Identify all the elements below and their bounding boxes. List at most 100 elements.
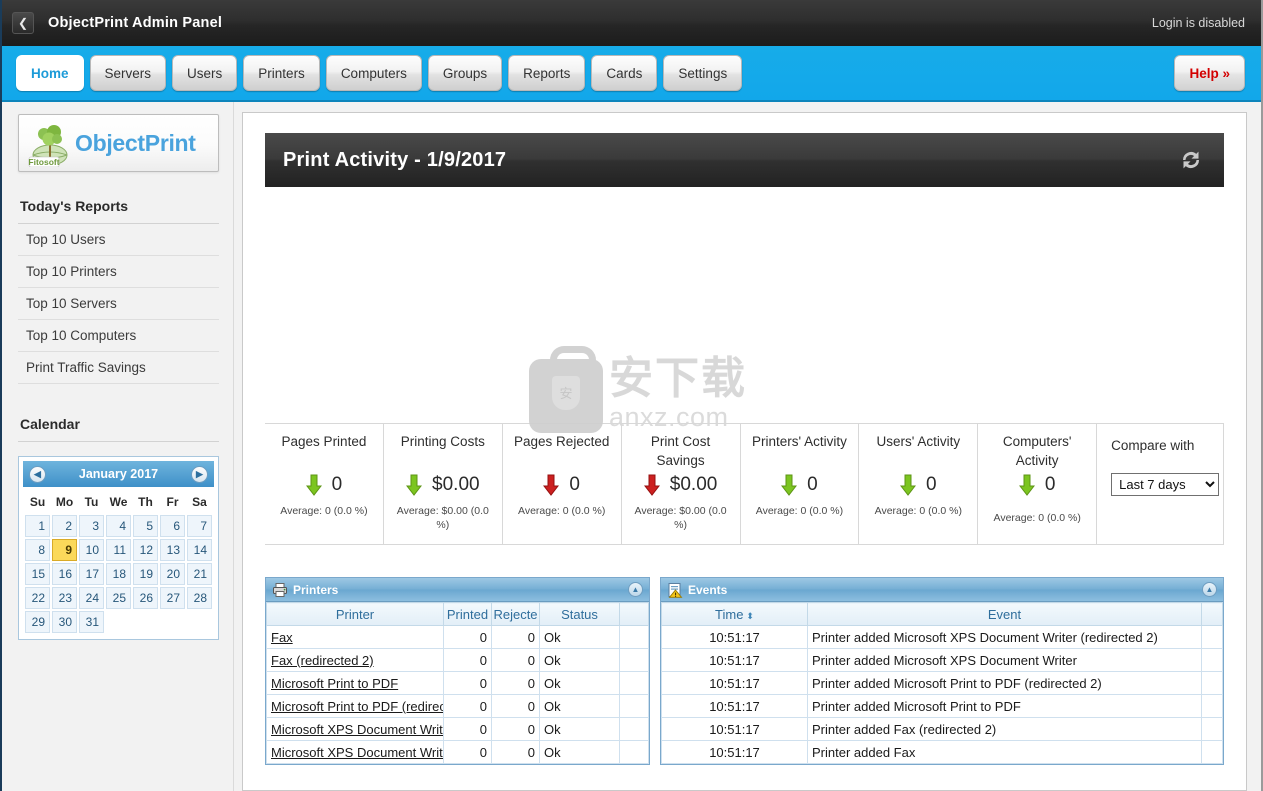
column-header-status[interactable]: Status [539, 602, 620, 626]
calendar-day-31[interactable]: 31 [79, 611, 104, 633]
calendar-day-3[interactable]: 3 [79, 515, 104, 537]
sidebar-item-top-10-servers[interactable]: Top 10 Servers [18, 288, 219, 320]
cell-printer[interactable]: Microsoft Print to PDF [266, 671, 444, 695]
cell-printer[interactable]: Microsoft XPS Document Writer (redirecte… [266, 740, 444, 764]
cell-printer[interactable]: Microsoft XPS Document Writer [266, 717, 444, 741]
calendar-day-23[interactable]: 23 [52, 587, 77, 609]
calendar-day-19[interactable]: 19 [133, 563, 158, 585]
collapse-up-icon[interactable]: ▲ [1202, 582, 1217, 597]
printer-link[interactable]: Microsoft XPS Document Writer (redirecte… [271, 745, 443, 760]
calendar-day-26[interactable]: 26 [133, 587, 158, 609]
sidebar-item-print-traffic-savings[interactable]: Print Traffic Savings [18, 352, 219, 384]
tab-computers[interactable]: Computers [325, 55, 422, 91]
calendar-week-row: 15 16 17 18 19 20 21 [25, 563, 212, 585]
help-button[interactable]: Help » [1174, 55, 1245, 91]
calendar-day-2[interactable]: 2 [52, 515, 77, 537]
calendar-week-row: 8 9 10 11 12 13 14 [25, 539, 212, 561]
main-content: Print Activity - 1/9/2017 安 安下载 anxz.com… [234, 102, 1261, 791]
column-header-event[interactable]: Event [807, 602, 1202, 626]
stat-average: Average: 0 (0.0 %) [755, 505, 844, 517]
events-grid-header: Events ▲ [661, 578, 1223, 602]
cell-printer[interactable]: Microsoft Print to PDF (redirected 2) [266, 694, 444, 718]
tab-groups[interactable]: Groups [427, 55, 503, 91]
table-row: 10:51:17 Printer added Fax (redirected 2) [661, 717, 1223, 741]
tab-home[interactable]: Home [16, 55, 84, 91]
cell-printer[interactable]: Fax [266, 625, 444, 649]
compare-with-select[interactable]: Last 7 days [1111, 473, 1220, 496]
stat-average: Average: $0.00 (0.0 %) [396, 505, 489, 531]
stat-label: Users' Activity [876, 434, 961, 449]
cell-status: Ok [539, 625, 620, 649]
cell-time: 10:51:17 [661, 671, 808, 695]
application-window: ❮ ObjectPrint Admin Panel Login is disab… [0, 0, 1263, 791]
tab-cards[interactable]: Cards [591, 55, 658, 91]
column-header-time[interactable]: Time ⬍ [661, 602, 808, 626]
calendar-day-29[interactable]: 29 [25, 611, 50, 633]
cell-printed: 0 [443, 740, 492, 764]
column-header-printer[interactable]: Printer [266, 602, 444, 626]
events-table-header-row: Time ⬍ Event [661, 602, 1223, 626]
sidebar-item-top-10-users[interactable]: Top 10 Users [18, 224, 219, 256]
calendar-day-24[interactable]: 24 [79, 587, 104, 609]
stat-label: Pages Printed [281, 434, 367, 449]
refresh-icon[interactable] [1176, 145, 1206, 175]
calendar-day-27[interactable]: 27 [160, 587, 185, 609]
calendar-next-button[interactable]: ▶ [190, 465, 208, 483]
column-header-printed[interactable]: Printed [443, 602, 492, 626]
stat-value: 0 [926, 474, 937, 495]
cell-printed: 0 [443, 671, 492, 695]
sidebar-item-top-10-computers[interactable]: Top 10 Computers [18, 320, 219, 352]
stat-pages-rejected: Pages Rejected 0 Average: 0 (0.0 %) [503, 424, 622, 544]
calendar-day-11[interactable]: 11 [106, 539, 131, 561]
stat-value-row: 0 [509, 474, 615, 496]
calendar-day-15[interactable]: 15 [25, 563, 50, 585]
tab-printers[interactable]: Printers [243, 55, 320, 91]
calendar-day-8[interactable]: 8 [25, 539, 50, 561]
stat-average: Average: 0 (0.0 %) [280, 505, 368, 517]
sidebar-item-top-10-printers[interactable]: Top 10 Printers [18, 256, 219, 288]
calendar-prev-button[interactable]: ◀ [29, 465, 46, 483]
printer-link[interactable]: Fax [271, 630, 293, 645]
table-row: 10:51:17 Printer added Microsoft XPS Docu… [661, 648, 1223, 672]
calendar-day-6[interactable]: 6 [160, 515, 185, 537]
cell-printed: 0 [443, 694, 492, 718]
cell-event: Printer added Fax (redirected 2) [807, 717, 1202, 741]
calendar-day-16[interactable]: 16 [52, 563, 77, 585]
column-header-rejected[interactable]: Rejecte [491, 602, 540, 626]
calendar-day-25[interactable]: 25 [106, 587, 131, 609]
tab-reports[interactable]: Reports [508, 55, 586, 91]
printer-link[interactable]: Microsoft Print to PDF [271, 676, 398, 691]
back-button[interactable]: ❮ [12, 12, 34, 34]
printer-link[interactable]: Microsoft Print to PDF (redirected 2) [271, 699, 443, 714]
calendar-day-22[interactable]: 22 [25, 587, 50, 609]
tab-servers[interactable]: Servers [89, 55, 167, 91]
cell-printer[interactable]: Fax (redirected 2) [266, 648, 444, 672]
calendar-day-5[interactable]: 5 [133, 515, 158, 537]
stat-value-row: 0 [984, 474, 1090, 496]
calendar-day-30[interactable]: 30 [52, 611, 77, 633]
calendar-day-4[interactable]: 4 [106, 515, 131, 537]
calendar-day-7[interactable]: 7 [187, 515, 212, 537]
printer-link[interactable]: Microsoft XPS Document Writer [271, 722, 443, 737]
calendar-day-1[interactable]: 1 [25, 515, 50, 537]
column-header-spacer [1201, 602, 1223, 626]
calendar-day-21[interactable]: 21 [187, 563, 212, 585]
calendar-day-12[interactable]: 12 [133, 539, 158, 561]
tab-settings[interactable]: Settings [663, 55, 743, 91]
calendar-day-20[interactable]: 20 [160, 563, 185, 585]
calendar-day-13[interactable]: 13 [160, 539, 185, 561]
calendar-day-14[interactable]: 14 [187, 539, 212, 561]
stat-printers-activity: Printers' Activity 0 Average: 0 (0.0 %) [741, 424, 860, 544]
calendar-day-9[interactable]: 9 [52, 539, 77, 561]
stat-print-cost-savings: Print Cost Savings $0.00 Average: $0.00 … [622, 424, 741, 544]
calendar-day-10[interactable]: 10 [79, 539, 104, 561]
calendar-day-18[interactable]: 18 [106, 563, 131, 585]
calendar-day-17[interactable]: 17 [79, 563, 104, 585]
calendar-weekday: Mo [55, 495, 74, 509]
calendar-day-28[interactable]: 28 [187, 587, 212, 609]
logo[interactable]: Fitosoft ObjectPrint [18, 114, 219, 172]
table-row: 10:51:17 Printer added Microsoft Print to… [661, 694, 1223, 718]
printer-link[interactable]: Fax (redirected 2) [271, 653, 374, 668]
tab-users[interactable]: Users [172, 55, 238, 91]
collapse-up-icon[interactable]: ▲ [628, 582, 643, 597]
